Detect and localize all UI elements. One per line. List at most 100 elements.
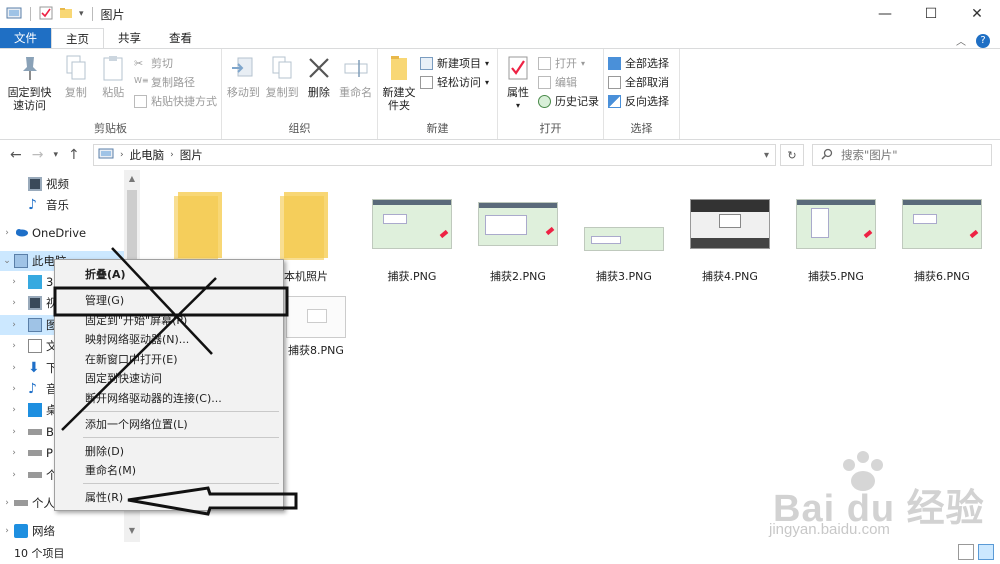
ribbon: 固定到快速访问 复制 粘贴 ✂ 剪切 W≡ 复制路径 粘贴快捷方式 剪贴板 移动到 …	[0, 48, 1000, 140]
cut-button[interactable]: ✂ 剪切	[134, 55, 217, 71]
ribbon-tabs: 文件 主页 共享 查看 ︿ ?	[0, 28, 1000, 48]
tab-home[interactable]: 主页	[51, 28, 104, 48]
edit-label: 编辑	[555, 76, 577, 89]
menu-item[interactable]: 管理(G)	[55, 291, 283, 311]
drive-icon	[14, 500, 28, 506]
recent-locations-icon[interactable]: ▾	[53, 150, 58, 160]
select-all-button[interactable]: 全部选择	[608, 55, 669, 71]
move-to-icon	[228, 53, 258, 83]
maximize-button[interactable]: ☐	[908, 0, 954, 28]
help-icon[interactable]: ?	[976, 33, 990, 48]
history-button[interactable]: 历史记录	[538, 93, 599, 109]
move-to-label: 移动到	[226, 86, 260, 99]
minimize-button[interactable]: —	[862, 0, 908, 28]
tab-share[interactable]: 共享	[104, 28, 155, 48]
copy-button[interactable]: 复制	[59, 53, 92, 123]
select-none-label: 全部取消	[625, 76, 669, 89]
nav-label: 个人	[32, 496, 55, 510]
move-to-button[interactable]: 移动到	[226, 53, 261, 123]
collapse-ribbon-icon[interactable]: ︿	[956, 33, 966, 48]
customize-quick-access-icon[interactable]: ▾	[79, 9, 84, 19]
drive-icon	[28, 472, 42, 478]
file-tile-folder[interactable]	[154, 184, 246, 268]
menu-item[interactable]: 折叠(A)	[55, 264, 283, 284]
paste-shortcut-button[interactable]: 粘贴快捷方式	[134, 93, 217, 109]
properties-quick-icon[interactable]	[39, 6, 53, 23]
open-button[interactable]: 打开 ▾	[538, 55, 599, 71]
address-dropdown-icon[interactable]: ▾	[764, 150, 769, 161]
tab-file[interactable]: 文件	[0, 28, 51, 48]
new-item-button[interactable]: 新建项目 ▾	[420, 55, 489, 71]
nav-item-onedrive[interactable]: › OneDrive	[0, 223, 124, 243]
new-item-label: 新建项目	[437, 57, 481, 70]
large-icons-view-icon[interactable]	[978, 544, 994, 560]
context-menu: 折叠(A) 管理(G) 固定到"开始"屏幕(P) 映射网络驱动器(N)... 在新窗口中…	[54, 259, 284, 511]
pin-icon	[15, 53, 45, 83]
file-tile-capture4[interactable]: 捕获4.PNG	[684, 184, 776, 284]
paste-label: 粘贴	[102, 86, 125, 99]
edit-button[interactable]: 编辑	[538, 74, 599, 90]
copy-path-button[interactable]: W≡ 复制路径	[134, 74, 217, 90]
baidu-watermark: Bai du 经验 jingyan.baidu.com	[765, 451, 985, 545]
rename-button[interactable]: 重命名	[338, 53, 373, 123]
details-view-icon[interactable]	[958, 544, 974, 560]
pin-quick-access-button[interactable]: 固定到快速访问	[4, 53, 55, 123]
refresh-icon: ↻	[787, 148, 797, 162]
close-button[interactable]: ✕	[954, 0, 1000, 28]
nav-item-music[interactable]: ♪ 音乐	[0, 195, 124, 215]
paste-shortcut-icon	[134, 94, 148, 108]
file-name: 捕获2.PNG	[490, 270, 546, 283]
menu-item[interactable]: 断开网络驱动器的连接(C)...	[55, 388, 283, 408]
back-arrow-icon[interactable]: ←	[10, 147, 22, 163]
group-organize: 移动到 复制到 删除 重命名 组织	[222, 49, 378, 139]
easy-access-button[interactable]: 轻松访问 ▾	[420, 74, 489, 90]
select-none-button[interactable]: 全部取消	[608, 74, 669, 90]
copy-label: 复制	[64, 86, 87, 99]
menu-item[interactable]: 属性(R)	[55, 487, 283, 507]
address-bar[interactable]: › 此电脑 › 图片 ▾	[93, 144, 776, 166]
file-tile-capture5[interactable]: 捕获5.PNG	[790, 184, 882, 284]
file-tile-capture6[interactable]: 捕获6.PNG	[896, 184, 988, 284]
breadcrumb-this-pc[interactable]: 此电脑	[130, 147, 165, 163]
menu-item[interactable]: 删除(D)	[55, 441, 283, 461]
menu-item[interactable]: 固定到快速访问	[55, 369, 283, 389]
file-tile-capture[interactable]: 捕获.PNG	[366, 184, 458, 284]
invert-selection-button[interactable]: 反向选择	[608, 93, 669, 109]
pictures-icon	[28, 318, 42, 332]
file-tile-capture2[interactable]: 捕获2.PNG	[472, 184, 564, 284]
videos-icon	[28, 177, 42, 191]
copy-path-icon: W≡	[134, 75, 149, 85]
menu-item[interactable]: 映射网络驱动器(N)...	[55, 330, 283, 350]
title-bar: ▾ 图片 — ☐ ✕	[0, 0, 1000, 28]
nav-label: OneDrive	[32, 226, 87, 240]
scissors-icon: ✂	[134, 56, 144, 70]
properties-button[interactable]: 属性 ▾	[502, 53, 534, 123]
forward-arrow-icon[interactable]: →	[32, 147, 44, 163]
tab-view[interactable]: 查看	[155, 28, 206, 48]
nav-item-network[interactable]: › 网络	[0, 521, 124, 541]
delete-button[interactable]: 删除	[303, 53, 334, 123]
copy-to-button[interactable]: 复制到	[265, 53, 300, 123]
up-arrow-icon[interactable]: ↑	[68, 147, 80, 163]
paste-button[interactable]: 粘贴	[97, 53, 130, 123]
scroll-up-icon[interactable]: ▲	[124, 174, 140, 188]
menu-separator	[83, 286, 279, 288]
search-box[interactable]: 搜索"图片"	[812, 144, 992, 166]
new-folder-quick-icon[interactable]	[59, 6, 73, 23]
nav-item-videos[interactable]: 视频	[0, 174, 124, 194]
menu-item[interactable]: 固定到"开始"屏幕(P)	[55, 310, 283, 330]
folder-icon	[266, 184, 346, 264]
file-name: 捕获4.PNG	[702, 270, 758, 283]
new-folder-button[interactable]: 新建文件夹	[382, 53, 416, 123]
menu-item[interactable]: 重命名(M)	[55, 461, 283, 481]
refresh-button[interactable]: ↻	[780, 144, 804, 166]
breadcrumb-pictures[interactable]: 图片	[180, 147, 203, 163]
file-name: 捕获5.PNG	[808, 270, 864, 283]
open-icon	[538, 56, 551, 70]
scroll-down-icon[interactable]: ▼	[124, 526, 140, 540]
file-tile-capture3[interactable]: 捕获3.PNG	[578, 184, 670, 284]
image-thumbnail	[478, 184, 558, 264]
menu-item[interactable]: 添加一个网络位置(L)	[55, 415, 283, 435]
menu-item[interactable]: 在新窗口中打开(E)	[55, 349, 283, 369]
select-all-label: 全部选择	[625, 57, 669, 70]
